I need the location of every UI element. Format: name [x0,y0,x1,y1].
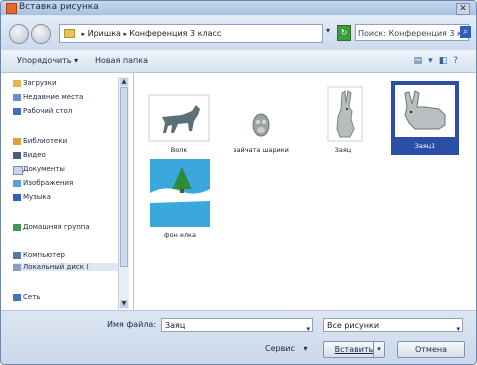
sidebar-item-music[interactable]: Музыка [13,193,51,201]
sidebar-item-video[interactable]: Видео [13,151,46,159]
sidebar-scrollbar[interactable]: ▲ ▼ [118,77,129,309]
command-bar: Упорядочить ▾ Новая папка ▤▾◧? [1,50,476,73]
address-bar[interactable]: ▸ Иришка ▸ Конференция 3 класс [59,24,323,43]
recent-places-icon [13,94,21,101]
insert-button[interactable]: Вставить ▾ [323,341,385,358]
dialog-footer: Имя файла: Заяц ▾ Все рисунки ▾ Сервис ▾… [1,310,476,364]
scroll-down-icon[interactable]: ▼ [120,300,128,308]
libraries-icon [13,138,21,145]
desktop-icon [13,108,21,115]
navigation-pane: Загрузки Недавние места Рабочий стол Биб… [1,73,134,310]
pictures-icon [13,180,21,187]
wolf-thumbnail [148,91,210,149]
local-disk-icon [13,264,21,271]
insert-dropdown-icon[interactable]: ▾ [373,342,384,357]
folder-icon [64,29,75,38]
preview-pane-icon[interactable]: ◧ [439,56,454,66]
search-input[interactable]: Поиск: Конференция 3 класс [355,24,469,41]
service-menu[interactable]: Сервис ▾ [265,344,307,353]
sidebar-item-recent[interactable]: Недавние места [13,93,83,101]
file-name: Заяц [334,146,352,154]
search-icon[interactable]: ⌕ [460,26,471,38]
sidebar-item-network[interactable]: Сеть [13,293,40,301]
insert-picture-dialog: Вставка рисунка ✕ ▸ Иришка ▸ Конференция… [0,0,477,365]
bunnies-balloons-thumbnail [230,91,292,149]
scroll-thumb[interactable] [120,87,128,267]
view-controls[interactable]: ▤▾◧? [414,56,464,66]
view-options-icon[interactable]: ▤▾ [414,56,439,66]
refresh-icon[interactable]: ↻ [337,25,351,41]
fir-background-image [150,159,210,227]
address-dropdown-icon[interactable]: ▾ [326,26,330,35]
sidebar-item-local-disk[interactable]: Локальный диск ( [13,263,127,271]
filetype-dropdown-icon[interactable]: ▾ [456,322,460,331]
help-icon[interactable]: ? [453,56,464,66]
cancel-button[interactable]: Отмена [397,341,465,358]
downloads-icon [13,80,21,87]
filename-dropdown-icon[interactable]: ▾ [306,322,310,331]
homegroup-icon [13,224,21,231]
back-button[interactable] [9,24,29,44]
new-folder-button[interactable]: Новая папка [95,56,148,65]
hare-image [327,86,363,142]
hare1-thumbnail [395,85,455,137]
breadcrumb-item[interactable]: Конференция 3 класс [129,29,221,38]
window-title: Вставка рисунка [19,2,99,12]
sidebar-item-pictures[interactable]: Изображения [13,179,73,187]
title-bar[interactable]: Вставка рисунка ✕ [1,1,476,15]
file-name: Заяц1 [414,142,436,150]
scroll-up-icon[interactable]: ▲ [120,78,128,86]
filetype-value: Все рисунки [327,321,380,330]
sidebar-item-libraries[interactable]: Библиотеки [13,137,67,145]
sidebar-item-homegroup[interactable]: Домашняя группа [13,223,90,231]
address-row: ▸ Иришка ▸ Конференция 3 класс ▾ ↻ Поиск… [1,16,476,50]
fir-background-thumbnail [150,159,210,227]
wolf-image [148,94,210,142]
service-dropdown-icon: ▾ [303,344,308,353]
organize-menu[interactable]: Упорядочить ▾ [17,56,78,65]
documents-icon [13,166,23,175]
file-list: Волк зайчата шарики Заяц Заяц1 фон елка [134,73,476,310]
sidebar-item-documents[interactable]: Документы [13,165,65,175]
bunnies-balloons-image [252,113,270,137]
file-name: зайчата шарики [233,146,289,154]
hare1-image [395,85,455,137]
computer-icon [13,252,21,259]
app-icon [6,3,17,14]
network-icon [13,294,21,301]
filename-label: Имя файла: [107,320,157,329]
filename-input[interactable]: Заяц ▾ [161,318,313,332]
file-name: фон елка [164,231,196,239]
music-icon [13,194,21,201]
forward-button[interactable] [31,24,51,44]
breadcrumb-separator: ▸ [81,30,86,38]
filetype-select[interactable]: Все рисунки ▾ [323,318,463,332]
file-name: Волк [170,146,188,154]
filename-value: Заяц [165,321,186,330]
sidebar-item-computer[interactable]: Компьютер [13,251,65,259]
sidebar-item-desktop[interactable]: Рабочий стол [13,107,72,115]
hare-thumbnail [312,85,374,143]
close-button[interactable]: ✕ [456,3,470,15]
video-icon [13,152,21,159]
sidebar-item-downloads[interactable]: Загрузки [13,79,57,87]
breadcrumb-item[interactable]: Иришка [88,29,121,38]
